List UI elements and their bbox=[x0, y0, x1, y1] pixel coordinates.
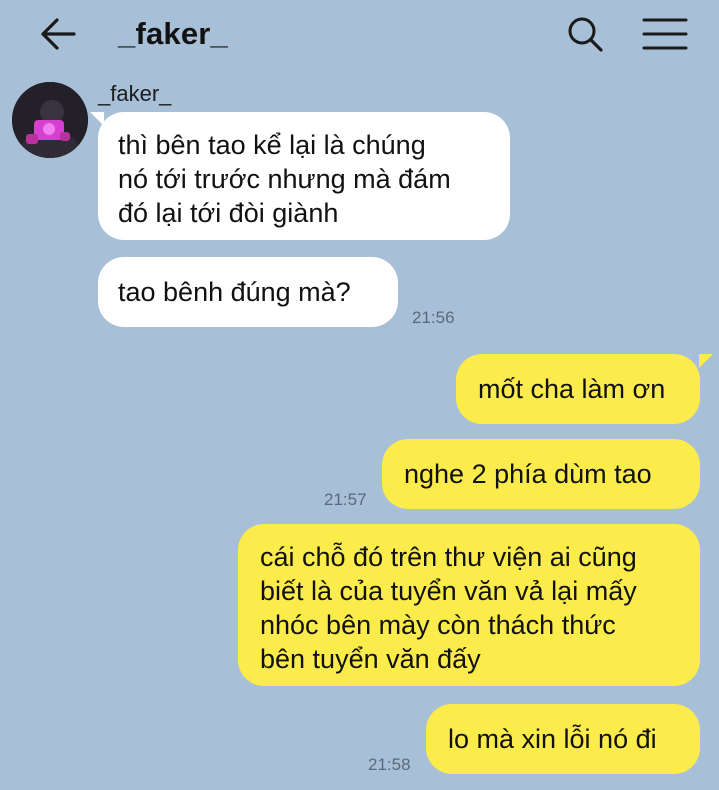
message-bubble-incoming[interactable]: thì bên tao kể lại là chúng nó tới trước… bbox=[98, 112, 510, 240]
menu-button[interactable] bbox=[638, 12, 692, 56]
chat-header: _faker_ bbox=[0, 0, 719, 70]
message-bubble-outgoing[interactable]: nghe 2 phía dùm tao bbox=[382, 439, 700, 509]
sender-name: _faker_ bbox=[98, 81, 172, 106]
bubble-tail bbox=[699, 354, 713, 368]
message-bubble-outgoing[interactable]: mốt cha làm ơn bbox=[456, 354, 700, 424]
arrow-left-icon bbox=[41, 18, 76, 50]
search-button[interactable] bbox=[562, 12, 610, 56]
message-timestamp: 21:57 bbox=[324, 490, 367, 509]
message-timestamp: 21:58 bbox=[368, 755, 411, 774]
back-button[interactable] bbox=[34, 12, 84, 56]
message-bubble-outgoing[interactable]: lo mà xin lỗi nó đi bbox=[426, 704, 700, 774]
contact-avatar[interactable] bbox=[12, 82, 88, 158]
message-bubble-outgoing[interactable]: cái chỗ đó trên thư viện ai cũng biết là… bbox=[238, 524, 700, 686]
hamburger-menu-icon bbox=[642, 18, 688, 50]
chat-title: _faker_ bbox=[118, 16, 228, 51]
search-icon bbox=[568, 17, 603, 52]
message-bubble-incoming[interactable]: tao bênh đúng mà? bbox=[98, 257, 398, 327]
message-timestamp: 21:56 bbox=[412, 308, 455, 327]
